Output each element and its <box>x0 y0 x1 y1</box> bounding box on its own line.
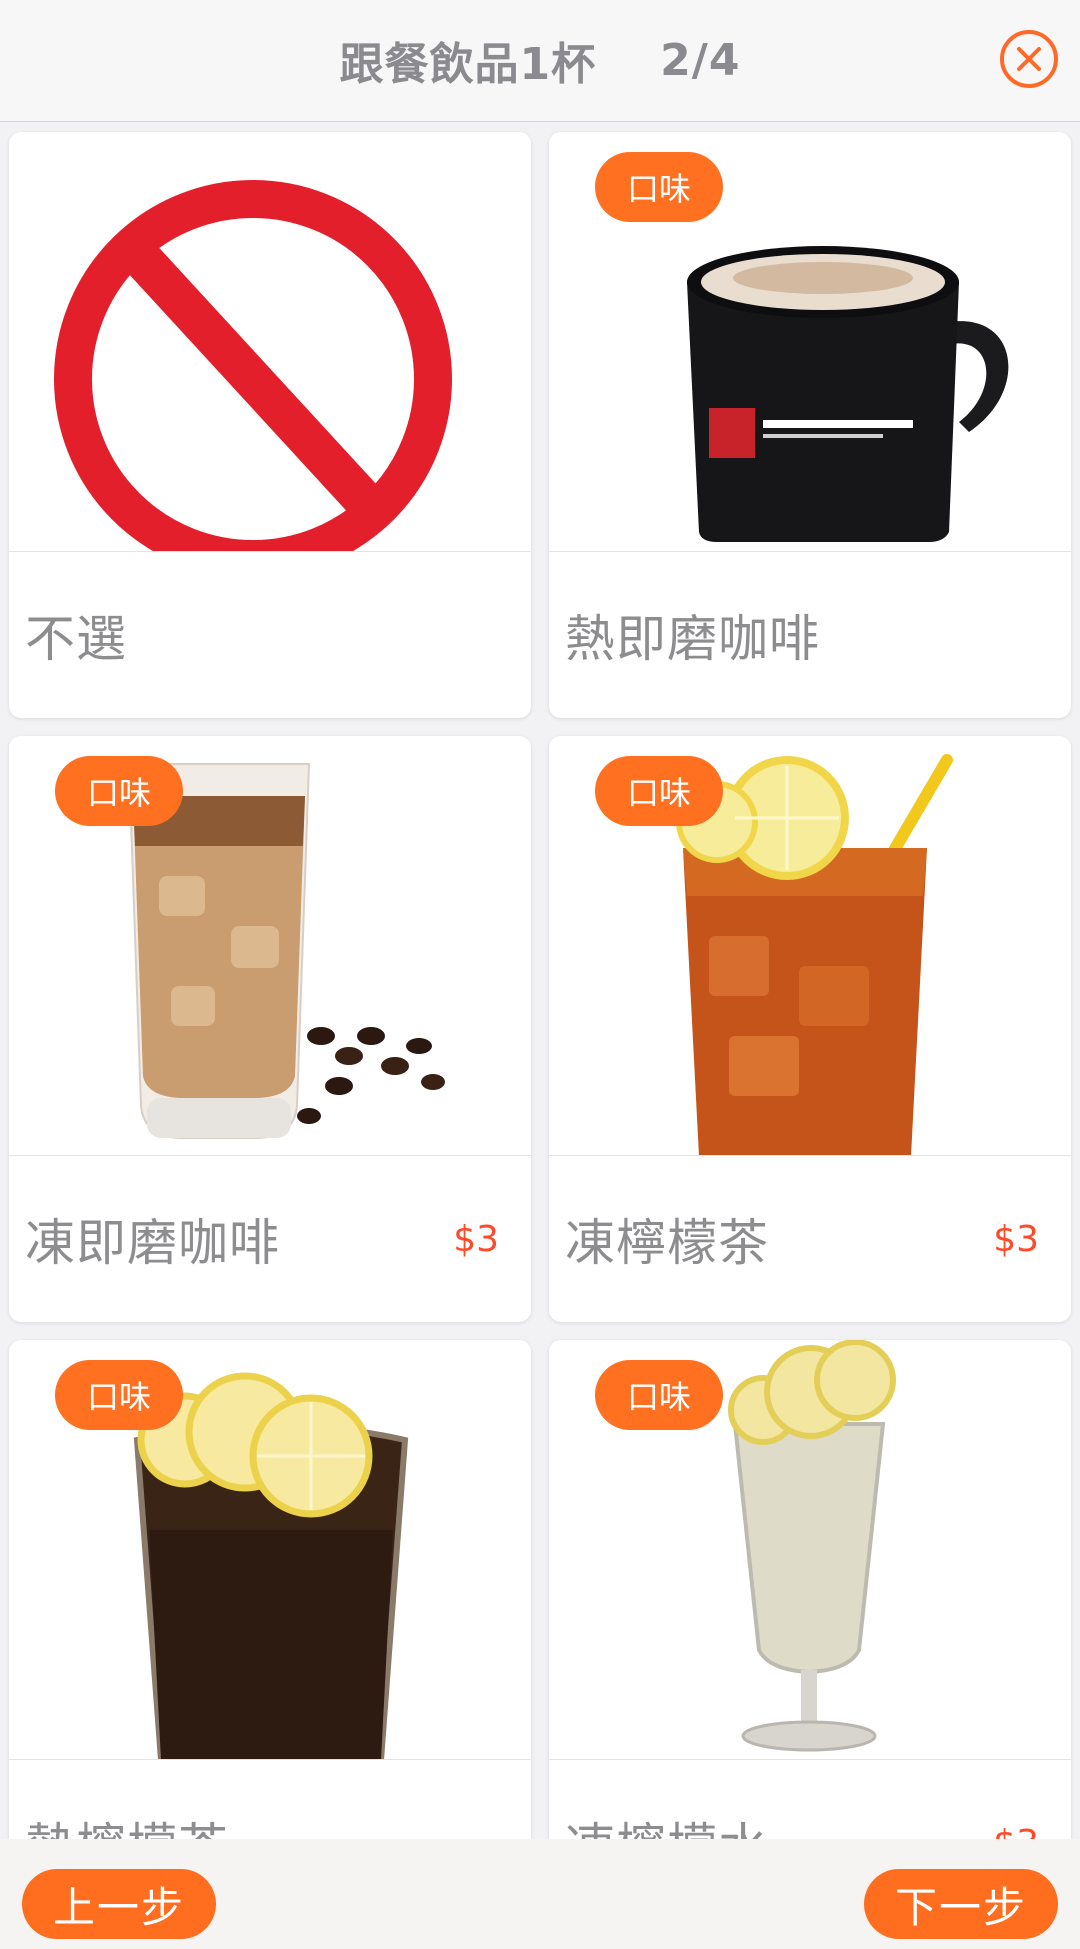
drink-name: 凍即磨咖啡 <box>25 1214 280 1272</box>
card-info: 不選 <box>9 552 531 718</box>
header: 跟餐飲品1杯 2/4 <box>0 0 1080 122</box>
header-title-row: 跟餐飲品1杯 2/4 <box>0 0 1080 120</box>
flavor-badge[interactable]: 口味 <box>55 1360 183 1430</box>
next-step-button[interactable]: 下一步 <box>864 1869 1058 1939</box>
bottom-navigation: 上一步 下一步 <box>0 1839 1080 1949</box>
drink-card-iced-lemon-tea[interactable]: 口味 凍檸檬茶 $3 <box>549 736 1071 1322</box>
drink-price: $3 <box>993 1218 1039 1260</box>
close-icon <box>1017 47 1041 71</box>
drink-card-hot-coffee[interactable]: 口味 熱即磨咖啡 <box>549 132 1071 718</box>
previous-step-button[interactable]: 上一步 <box>22 1869 216 1939</box>
drink-price: $3 <box>453 1218 499 1260</box>
step-indicator: 2/4 <box>660 34 741 86</box>
flavor-badge[interactable]: 口味 <box>595 1360 723 1430</box>
drink-card-iced-coffee[interactable]: 口味 凍即磨咖啡 $3 <box>9 736 531 1322</box>
drink-name: 熱即磨咖啡 <box>565 610 820 668</box>
drink-name: 不選 <box>25 610 127 668</box>
drink-card-none[interactable]: 不選 <box>9 132 531 718</box>
drink-name: 凍檸檬茶 <box>565 1214 769 1272</box>
drink-grid: 不選 口味 熱即磨咖啡 口味 凍即磨咖啡 $3 口味 凍檸檬茶 $3 口味 口味 <box>9 132 1071 1926</box>
close-button[interactable] <box>1000 30 1058 88</box>
card-image <box>9 132 531 552</box>
card-info: 熱即磨咖啡 <box>549 552 1071 718</box>
page-title: 跟餐飲品1杯 <box>339 39 597 90</box>
flavor-badge[interactable]: 口味 <box>595 152 723 222</box>
card-info: 凍即磨咖啡 $3 <box>9 1156 531 1322</box>
flavor-badge[interactable]: 口味 <box>595 756 723 826</box>
flavor-badge[interactable]: 口味 <box>55 756 183 826</box>
card-info: 凍檸檬茶 $3 <box>549 1156 1071 1322</box>
no-symbol-icon <box>54 180 452 551</box>
